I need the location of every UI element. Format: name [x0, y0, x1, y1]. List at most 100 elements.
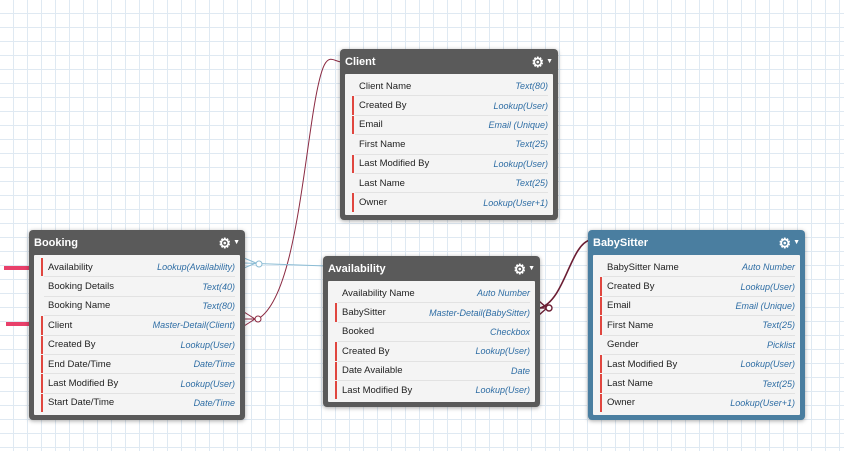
entity-header[interactable]: BabySitter ⚙ ▼: [593, 230, 800, 255]
field-row[interactable]: Availability Name Auto Number: [338, 284, 530, 304]
field-row[interactable]: Last Name Text(25): [600, 374, 795, 394]
caret-down-icon[interactable]: ▼: [528, 265, 535, 272]
entity-availability[interactable]: Availability ⚙ ▼ Availability Name Auto N…: [323, 256, 540, 408]
field-row[interactable]: Gender Picklist: [603, 336, 795, 355]
field-row[interactable]: End Date/Time Date/Time: [41, 354, 235, 375]
field-row[interactable]: Last Name Text(25): [355, 174, 548, 194]
field-name: Owner: [607, 397, 635, 409]
entity-menu[interactable]: ⚙ ▼: [532, 55, 554, 69]
entity-client[interactable]: Client ⚙ ▼ Client Name Text(80) Created B…: [340, 49, 558, 220]
entity-babysitter[interactable]: BabySitter ⚙ ▼ BabySitter Name Auto Numbe…: [588, 230, 805, 421]
field-row[interactable]: Last Modified By Lookup(User): [352, 154, 548, 174]
caret-down-icon[interactable]: ▼: [233, 239, 240, 246]
field-name: Booking Name: [48, 300, 111, 312]
field-name: BabySitter Name: [607, 261, 679, 273]
field-name: First Name: [359, 138, 406, 150]
field-type: Lookup(User): [180, 378, 235, 389]
field-type: Lookup(Availability): [157, 262, 235, 273]
field-type: Lookup(User): [493, 100, 548, 111]
availability-babysitter-link: [539, 239, 591, 309]
field-name: End Date/Time: [48, 358, 112, 370]
field-row[interactable]: Start Date/Time Date/Time: [41, 393, 235, 413]
field-row[interactable]: Owner Lookup(User+1): [352, 193, 548, 213]
field-type: Text(25): [762, 378, 795, 389]
field-row[interactable]: First Name Text(25): [600, 316, 795, 336]
field-type: Lookup(User): [493, 158, 548, 169]
field-name: Client: [48, 319, 73, 331]
field-list: Availability Lookup(Availability) Booking…: [34, 255, 240, 416]
field-type: Picklist: [766, 339, 795, 350]
field-type: Email (Unique): [488, 119, 548, 130]
entity-header[interactable]: Availability ⚙ ▼: [328, 256, 535, 281]
field-name: First Name: [607, 319, 654, 331]
field-name: Created By: [342, 345, 390, 357]
field-name: Email: [359, 119, 383, 131]
field-type: Auto Number: [741, 262, 795, 273]
field-name: Last Name: [607, 378, 653, 390]
field-name: BabySitter: [342, 307, 386, 319]
field-row[interactable]: Date Available Date: [335, 361, 530, 381]
field-row[interactable]: Availability Lookup(Availability): [41, 258, 235, 278]
entity-header[interactable]: Booking ⚙ ▼: [34, 230, 240, 255]
field-name: Booking Details: [48, 281, 115, 293]
field-row[interactable]: Booking Details Text(40): [44, 277, 235, 297]
field-type: Text(40): [202, 281, 235, 292]
entity-menu[interactable]: ⚙ ▼: [779, 236, 801, 250]
field-name: Last Modified By: [48, 378, 119, 390]
field-type: Lookup(User): [740, 281, 795, 292]
caret-down-icon[interactable]: ▼: [793, 239, 800, 246]
field-row[interactable]: Created By Lookup(User): [41, 335, 235, 355]
gear-icon[interactable]: ⚙: [779, 236, 792, 250]
entity-menu[interactable]: ⚙ ▼: [219, 236, 241, 250]
field-type: Lookup(User): [475, 346, 530, 357]
field-name: Created By: [48, 339, 96, 351]
entity-menu[interactable]: ⚙ ▼: [514, 262, 536, 276]
gear-icon[interactable]: ⚙: [532, 55, 545, 69]
field-row[interactable]: First Name Text(25): [355, 135, 548, 155]
field-type: Text(80): [202, 300, 235, 311]
field-name: Created By: [359, 100, 407, 112]
field-row[interactable]: Email Email (Unique): [352, 115, 548, 136]
entity-title: Client: [345, 55, 376, 68]
field-row[interactable]: Booking Name Text(80): [44, 297, 235, 317]
field-type: Master-Detail(Client): [152, 320, 235, 331]
field-type: Text(25): [515, 139, 548, 150]
field-name: Booked: [342, 326, 375, 338]
entity-header[interactable]: Client ⚙ ▼: [345, 49, 553, 74]
field-name: Availability: [48, 261, 93, 273]
field-row[interactable]: Booked Checkbox: [338, 323, 530, 343]
field-name: Availability Name: [342, 287, 415, 299]
gear-icon[interactable]: ⚙: [219, 236, 232, 250]
field-row[interactable]: Last Modified By Lookup(User): [335, 380, 530, 400]
field-name: Last Name: [359, 177, 405, 189]
gear-icon[interactable]: ⚙: [514, 262, 527, 276]
field-row[interactable]: Owner Lookup(User+1): [600, 393, 795, 413]
field-row[interactable]: BabySitter Master-Detail(BabySitter): [335, 303, 530, 323]
entity-booking[interactable]: Booking ⚙ ▼ Availability Lookup(Availabil…: [29, 230, 245, 421]
field-list: Availability Name Auto Number BabySitter M…: [328, 281, 535, 403]
field-type: Lookup(User): [180, 339, 235, 350]
field-name: Start Date/Time: [48, 397, 115, 409]
field-row[interactable]: Created By Lookup(User): [600, 277, 795, 297]
field-row[interactable]: Client Master-Detail(Client): [41, 316, 235, 336]
crows-foot-booking-client: [243, 311, 262, 327]
field-type: Date/Time: [193, 397, 235, 408]
field-name: Last Modified By: [359, 158, 430, 170]
field-name: Client Name: [359, 80, 412, 92]
field-row[interactable]: Last Modified By Lookup(User): [600, 354, 795, 375]
field-type: Lookup(User): [740, 359, 795, 370]
field-row[interactable]: Last Modified By Lookup(User): [41, 374, 235, 394]
field-row[interactable]: BabySitter Name Auto Number: [603, 258, 795, 278]
field-name: Created By: [607, 281, 655, 293]
field-list: Client Name Text(80) Created By Lookup(Use…: [345, 74, 553, 215]
field-row[interactable]: Client Name Text(80): [355, 77, 548, 97]
field-list: BabySitter Name Auto Number Created By Loo…: [593, 255, 800, 416]
caret-down-icon[interactable]: ▼: [546, 58, 553, 65]
field-name: Gender: [607, 339, 639, 351]
field-type: Checkbox: [489, 326, 530, 337]
field-row[interactable]: Email Email (Unique): [600, 296, 795, 317]
field-type: Text(25): [762, 320, 795, 331]
field-type: Text(80): [515, 81, 548, 92]
field-row[interactable]: Created By Lookup(User): [335, 342, 530, 362]
field-row[interactable]: Created By Lookup(User): [352, 96, 548, 116]
